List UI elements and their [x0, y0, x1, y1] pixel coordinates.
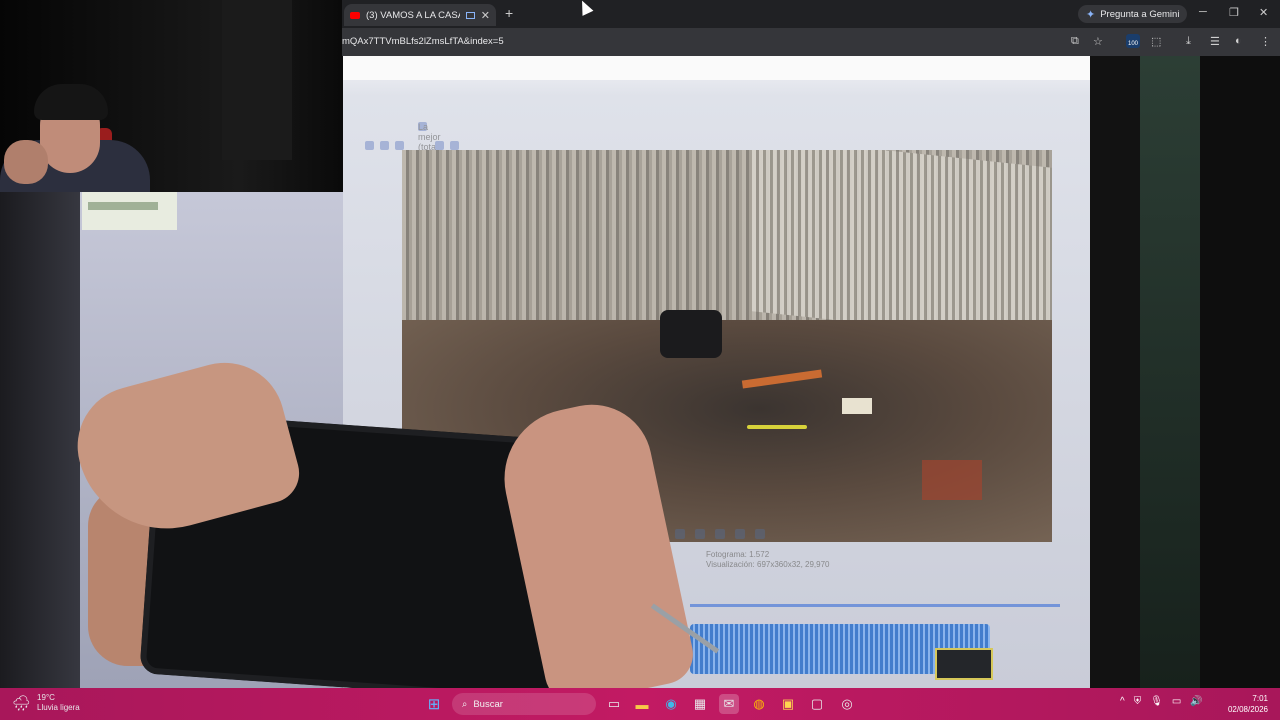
microphone-icon[interactable]: 🎙 — [1150, 696, 1163, 707]
outlook-icon[interactable]: ✉ — [719, 694, 739, 714]
debris — [842, 398, 872, 414]
search-placeholder: Buscar — [473, 698, 503, 710]
extension-badge[interactable]: 100 — [1126, 34, 1140, 48]
display-line: Visualización: 697x360x32, 29,970 — [706, 560, 830, 569]
file-explorer-icon[interactable]: ▬ — [632, 694, 652, 714]
gemini-icon: ✦ — [1086, 8, 1096, 21]
restore-icon[interactable]: ❐ — [1229, 6, 1239, 19]
monitor-bezel — [1090, 56, 1146, 688]
clock[interactable]: 7:01 02/08/2026 — [1228, 693, 1268, 715]
search-box[interactable]: ⌕ Buscar — [452, 693, 596, 715]
close-window-icon[interactable]: ✕ — [1259, 6, 1268, 19]
windows-start-icon[interactable]: ⊞ — [424, 694, 444, 714]
clock-time: 7:01 — [1252, 694, 1268, 703]
task-view-icon[interactable]: ▭ — [604, 694, 624, 714]
casting-icon — [465, 11, 475, 19]
debris — [747, 425, 807, 429]
install-app-icon[interactable]: ⧉ — [1071, 35, 1079, 48]
obs-icon[interactable]: ◎ — [837, 694, 857, 714]
video-edge — [1200, 56, 1280, 688]
display-icon[interactable]: ▭ — [1172, 696, 1181, 707]
url-text[interactable]: mQAx7TTVmBLfs2lZmsLfTA&index=5 — [342, 36, 504, 47]
profile-icon[interactable]: ◐ — [1235, 35, 1242, 47]
edge-icon[interactable]: ◉ — [661, 694, 681, 714]
sticky-note — [82, 192, 177, 230]
clock-date: 02/08/2026 — [1227, 705, 1268, 714]
rain-cloud-icon: 🌧 — [12, 695, 32, 712]
youtube-icon — [350, 11, 360, 19]
volume-icon[interactable]: 🔊 — [1190, 696, 1202, 707]
system-tray: ^ ⛨ 🎙 ▭ 🔊 — [1120, 696, 1203, 707]
taskbar: 🌧 19°C Lluvia ligera ⊞ ⌕ Buscar ▭ ▬ ◉ ▦ … — [0, 688, 1280, 720]
editor-frame-info: Fotograma: 1.572 Visualización: 697x360x… — [706, 550, 830, 570]
bookmark-star-icon[interactable]: ☆ — [1093, 35, 1103, 48]
chevron-up-icon[interactable]: ^ — [1120, 696, 1125, 707]
webcam-overlay — [0, 0, 342, 192]
chrome-icon[interactable]: ◍ — [749, 694, 769, 714]
editor-toolbar: La mejor (total) — [365, 122, 695, 152]
gemini-label: Pregunta a Gemini — [1100, 8, 1180, 20]
weather-desc: Lluvia ligera — [37, 703, 80, 712]
download-icon[interactable]: ⤓ — [1186, 35, 1191, 48]
shield-icon[interactable]: ⛨ — [1134, 696, 1142, 707]
hair — [34, 84, 108, 120]
weather-widget[interactable]: 🌧 19°C Lluvia ligera — [12, 693, 80, 713]
video-background — [0, 192, 90, 688]
video-editor-icon[interactable]: ▣ — [778, 694, 798, 714]
close-tab-icon[interactable]: ✕ — [481, 9, 490, 22]
tab-title: (3) VAMOS A LA CASA DE l — [366, 9, 460, 21]
hand — [4, 140, 48, 184]
editor-transport-controls — [655, 526, 815, 546]
frame-line: Fotograma: 1.572 — [706, 550, 770, 559]
debris — [922, 460, 982, 500]
editor-toolbar-label: La mejor (total) — [418, 122, 441, 152]
new-tab-button[interactable]: + — [505, 5, 513, 21]
browser-tab[interactable]: (3) VAMOS A LA CASA DE l ✕ — [344, 4, 496, 26]
menu-kebab-icon[interactable]: ⋮ — [1260, 35, 1271, 48]
timeline-clip — [935, 648, 993, 680]
store-icon[interactable]: ▦ — [690, 694, 710, 714]
extensions-icon[interactable]: ⬚ — [1151, 35, 1161, 48]
corrugated-wall-right — [752, 150, 1052, 343]
search-icon: ⌕ — [462, 698, 468, 710]
door — [222, 0, 292, 160]
minimize-icon[interactable]: ─ — [1199, 6, 1207, 18]
gemini-button[interactable]: ✦ Pregunta a Gemini — [1078, 5, 1188, 23]
timeline-ruler — [690, 604, 1060, 607]
chair — [660, 310, 722, 358]
video-background-right — [1140, 56, 1202, 688]
weather-temp: 19°C — [37, 693, 55, 702]
reading-list-icon[interactable]: ☰ — [1210, 35, 1220, 48]
app-icon[interactable]: ▢ — [807, 694, 827, 714]
